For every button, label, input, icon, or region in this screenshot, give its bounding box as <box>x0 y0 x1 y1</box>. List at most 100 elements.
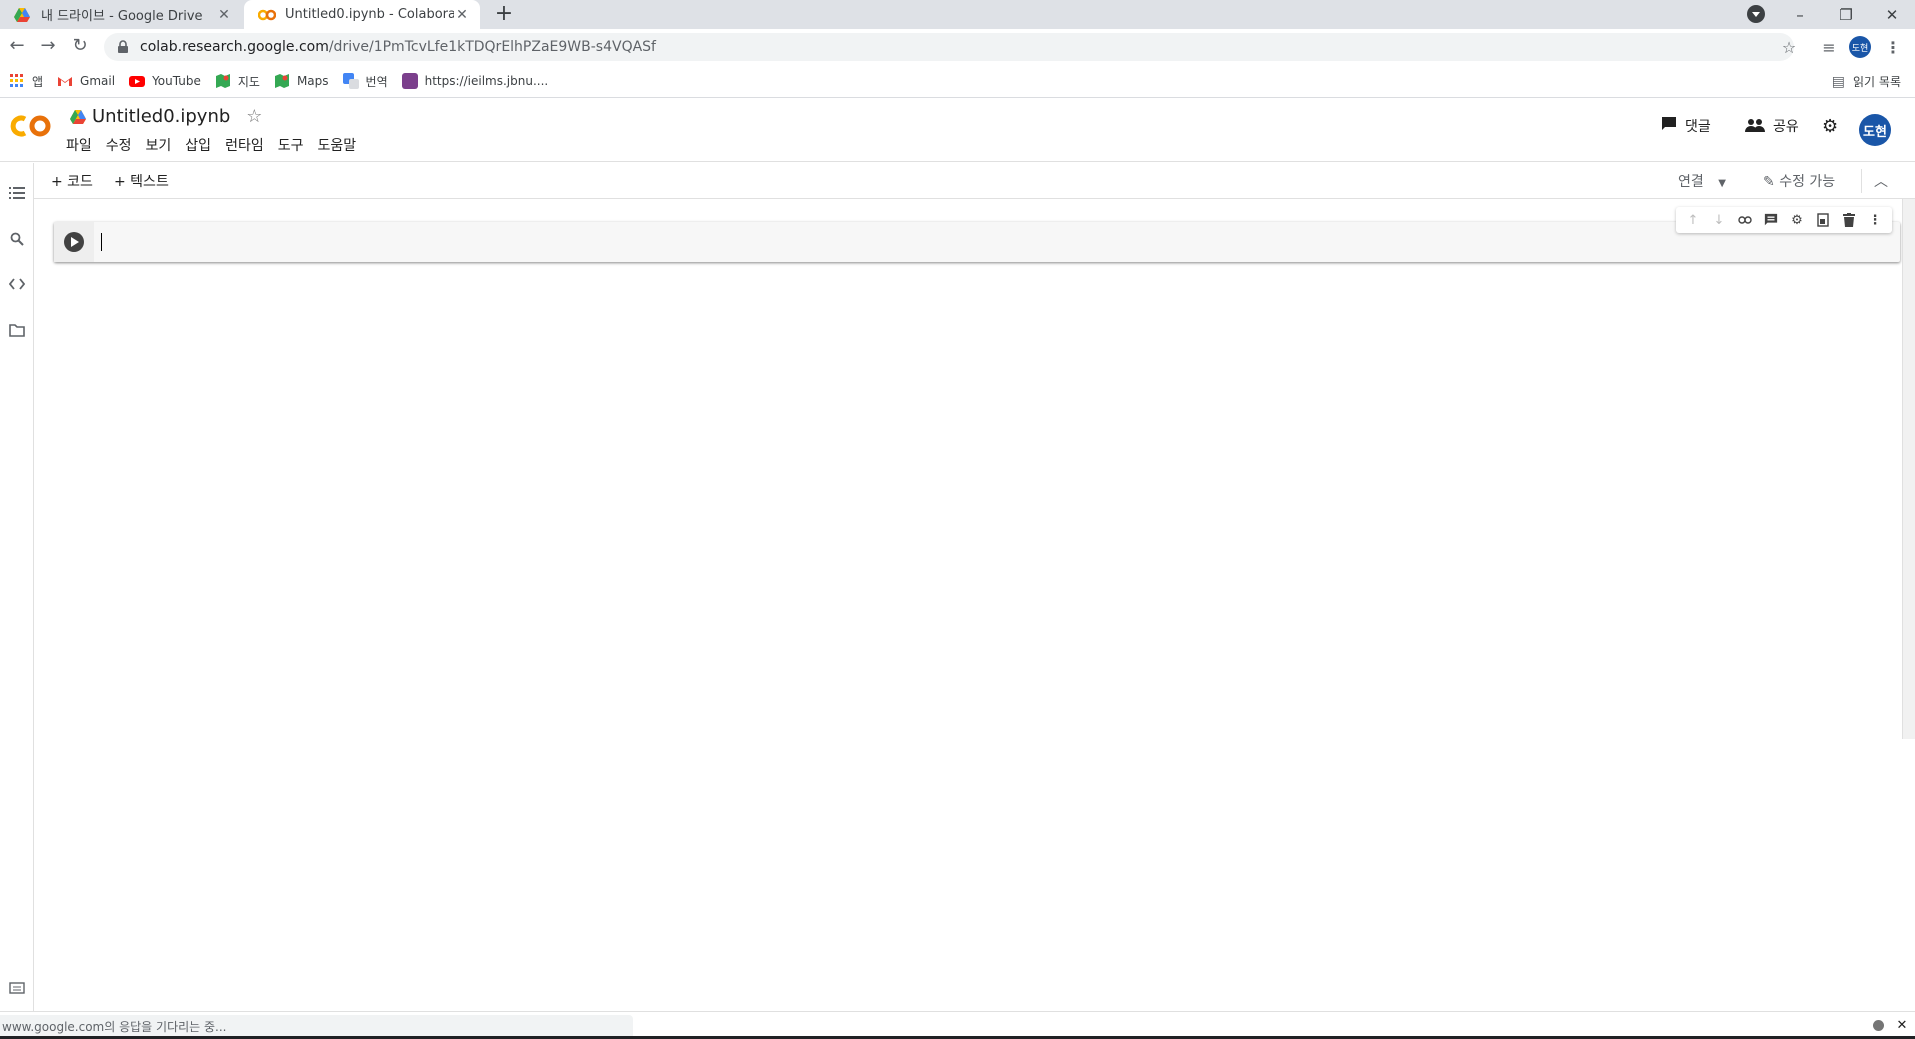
maps-icon <box>215 73 231 89</box>
lock-icon[interactable] <box>116 40 130 54</box>
reading-list[interactable]: ▤ 읽기 목록 <box>1832 65 1901 98</box>
google-drive-icon <box>14 7 32 23</box>
toolbar-divider <box>1861 169 1862 193</box>
bookmark-label: Gmail <box>80 74 116 88</box>
site-icon <box>401 73 418 89</box>
vertical-scrollbar[interactable] <box>1902 199 1915 739</box>
bookmark-label: 번역 <box>365 74 388 89</box>
forward-arrow-icon[interactable]: → <box>37 35 59 57</box>
bookmark-ieilms[interactable]: https://ieilms.jbnu.... <box>401 73 549 89</box>
reload-icon[interactable]: ↻ <box>69 35 91 57</box>
left-sidebar <box>0 163 34 1011</box>
media-control-icon[interactable]: ≡ <box>1818 36 1840 58</box>
menu-view[interactable]: 보기 <box>146 135 172 155</box>
menu-help[interactable]: 도움말 <box>317 135 356 155</box>
code-snippets-icon[interactable] <box>7 274 27 294</box>
bookmark-translate[interactable]: 번역 <box>342 73 388 90</box>
chevron-down-icon: ▼ <box>1718 178 1726 189</box>
connect-button[interactable]: 연결 ▼ <box>1678 171 1726 191</box>
comment-label: 댓글 <box>1685 119 1711 135</box>
tab-google-drive[interactable]: 내 드라이브 - Google Drive ✕ <box>0 0 242 29</box>
tab-title: 내 드라이브 - Google Drive <box>41 9 203 24</box>
run-cell-button[interactable] <box>64 232 84 252</box>
cell-toolbar: ↑ ↓ ⚙ ⋮ <box>1676 207 1892 233</box>
close-tab-icon[interactable]: ✕ <box>216 7 232 23</box>
collapse-header-icon[interactable]: ︿ <box>1874 171 1888 191</box>
more-vert-icon[interactable]: ⋮ <box>1864 209 1886 231</box>
bookmark-label: 지도 <box>237 74 260 89</box>
notebook-toolbar: + 코드 + 텍스트 연결 ▼ ✎ 수정 가능 ︿ <box>34 163 1915 199</box>
bookmark-maps[interactable]: Maps <box>274 73 329 89</box>
back-arrow-icon[interactable]: ← <box>6 35 28 57</box>
url-host: colab.research.google.com <box>140 39 329 55</box>
colab-header: Untitled0.ipynb ☆ 파일 수정 보기 삽입 런타임 도구 도움말… <box>0 98 1915 162</box>
bookmark-label: Maps <box>296 74 329 88</box>
pencil-icon: ✎ <box>1763 174 1775 190</box>
tab-colab[interactable]: Untitled0.ipynb - Colaboratory ✕ <box>244 0 480 29</box>
bookmark-label: https://ieilms.jbnu.... <box>424 74 549 88</box>
browser-menu-icon[interactable]: ⋮ <box>1882 36 1904 58</box>
menu-insert[interactable]: 삽입 <box>185 135 211 155</box>
window-close-button[interactable]: ✕ <box>1870 0 1914 29</box>
cell-gutter <box>54 222 94 262</box>
status-bar: www.google.com의 응답을 기다리는 중... ✕ <box>0 1011 1915 1039</box>
maps-icon <box>274 73 290 89</box>
notebook-title[interactable]: Untitled0.ipynb <box>92 106 230 127</box>
comment-button[interactable]: 댓글 <box>1661 116 1711 136</box>
link-icon[interactable] <box>1734 209 1756 231</box>
share-label: 공유 <box>1773 119 1799 135</box>
menu-file[interactable]: 파일 <box>66 135 92 155</box>
add-text-button[interactable]: + 텍스트 <box>114 171 169 191</box>
text-cursor <box>101 233 102 251</box>
close-tab-icon[interactable]: ✕ <box>454 7 470 23</box>
status-text: www.google.com의 응답을 기다리는 중... <box>0 1015 633 1036</box>
move-up-icon[interactable]: ↑ <box>1682 209 1704 231</box>
reading-list-label: 읽기 목록 <box>1853 75 1901 89</box>
tab-search-icon[interactable] <box>1747 5 1765 23</box>
editing-mode-button[interactable]: ✎ 수정 가능 <box>1763 171 1835 191</box>
address-bar[interactable]: colab.research.google.com/drive/1PmTcvLf… <box>104 33 1794 61</box>
star-icon[interactable]: ☆ <box>246 106 262 127</box>
bookmark-star-icon[interactable]: ☆ <box>1778 36 1800 58</box>
new-tab-button[interactable]: + <box>493 1 515 27</box>
bookmark-youtube[interactable]: YouTube <box>129 73 201 89</box>
colab-icon <box>258 7 276 23</box>
menu-tools[interactable]: 도구 <box>278 135 304 155</box>
editing-label: 수정 가능 <box>1779 174 1836 190</box>
menu-runtime[interactable]: 런타임 <box>225 135 264 155</box>
close-icon[interactable]: ✕ <box>1895 1018 1909 1033</box>
settings-gear-icon[interactable]: ⚙ <box>1822 116 1838 137</box>
mirror-cell-icon[interactable] <box>1812 209 1834 231</box>
minimize-button[interactable]: – <box>1778 0 1822 29</box>
youtube-icon <box>129 73 146 89</box>
terminal-icon[interactable] <box>7 978 27 998</box>
restore-button[interactable]: ❐ <box>1824 0 1868 29</box>
code-cell[interactable] <box>54 222 1900 262</box>
bookmark-apps[interactable]: 앱 <box>9 73 43 90</box>
delete-trash-icon[interactable] <box>1838 209 1860 231</box>
cell-settings-gear-icon[interactable]: ⚙ <box>1786 209 1808 231</box>
folder-icon[interactable] <box>7 320 27 340</box>
bookmark-maps-ko[interactable]: 지도 <box>215 73 260 90</box>
gmail-icon <box>57 73 73 89</box>
share-button[interactable]: 공유 <box>1745 116 1799 136</box>
connect-label: 연결 <box>1678 174 1704 190</box>
tab-title: Untitled0.ipynb - Colaboratory <box>285 7 454 22</box>
table-of-contents-icon[interactable] <box>7 183 27 203</box>
user-avatar[interactable]: 도현 <box>1859 114 1891 146</box>
colab-logo-icon[interactable] <box>10 113 52 139</box>
google-drive-icon <box>70 109 86 124</box>
bookmark-label: YouTube <box>152 74 201 88</box>
add-code-button[interactable]: + 코드 <box>51 171 93 191</box>
comment-icon[interactable] <box>1760 209 1782 231</box>
browser-tab-bar: 내 드라이브 - Google Drive ✕ Untitled0.ipynb … <box>0 0 1915 29</box>
menu-edit[interactable]: 수정 <box>106 135 132 155</box>
comment-icon <box>1661 116 1677 136</box>
move-down-icon[interactable]: ↓ <box>1708 209 1730 231</box>
bookmark-gmail[interactable]: Gmail <box>57 73 115 89</box>
status-indicator-icon <box>1871 1018 1885 1032</box>
profile-avatar[interactable]: 도현 <box>1849 36 1871 58</box>
search-icon[interactable] <box>7 229 27 249</box>
notebook-title-area: Untitled0.ipynb ☆ <box>70 106 262 127</box>
menu-bar: 파일 수정 보기 삽입 런타임 도구 도움말 <box>66 135 370 155</box>
